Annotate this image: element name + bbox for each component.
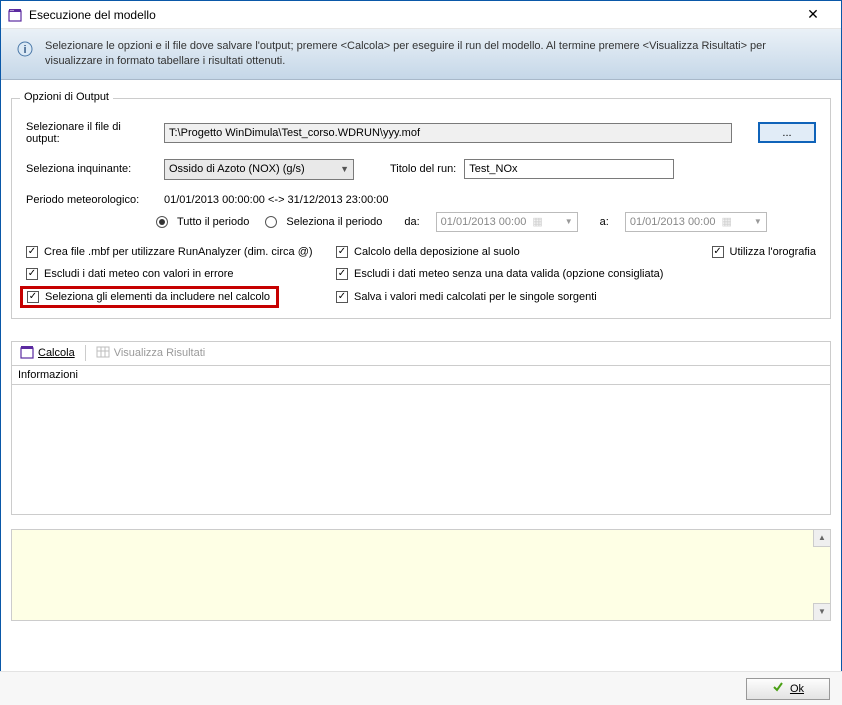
check-exclude-errors[interactable]: Escludi i dati meteo con valori in error… xyxy=(26,268,326,280)
information-panel: Informazioni xyxy=(11,365,831,515)
checkbox-icon xyxy=(336,246,348,258)
radio-icon xyxy=(265,216,277,228)
toolbar-separator xyxy=(85,345,86,361)
check-exclude-invalid-date[interactable]: Escludi i dati meteo senza una data vali… xyxy=(336,268,816,280)
scroll-down-button[interactable]: ▼ xyxy=(813,603,830,620)
scroll-up-button[interactable]: ▲ xyxy=(813,530,830,547)
calculate-button[interactable]: Calcola xyxy=(16,343,79,364)
chevron-down-icon: ▼ xyxy=(754,217,762,226)
radio-all-period[interactable]: Tutto il periodo xyxy=(156,216,249,228)
view-results-button: Visualizza Risultati xyxy=(92,343,210,364)
run-title-input[interactable] xyxy=(464,159,674,179)
highlighted-checkbox-frame: Seleziona gli elementi da includere nel … xyxy=(20,286,279,308)
pollutant-select[interactable]: Ossido di Azoto (NOX) (g/s) ▼ xyxy=(164,159,354,180)
checkbox-icon xyxy=(712,246,724,258)
log-panel: ▲ ▼ xyxy=(11,529,831,621)
date-from-input: 01/01/2013 00:00 ▦ ▼ xyxy=(436,212,578,232)
radio-select-period[interactable]: Seleziona il periodo xyxy=(265,216,382,228)
calendar-icon: ▦ xyxy=(721,215,731,228)
pollutant-selected: Ossido di Azoto (NOX) (g/s) xyxy=(169,163,305,175)
browse-button[interactable]: ... xyxy=(758,122,816,143)
checkbox-icon xyxy=(26,246,38,258)
checkbox-icon xyxy=(26,268,38,280)
check-save-averages[interactable]: Salva i valori medi calcolati per le sin… xyxy=(336,290,816,304)
output-file-input[interactable] xyxy=(164,123,732,143)
pollutant-label: Seleziona inquinante: xyxy=(26,163,156,175)
period-label: Periodo meteorologico: xyxy=(26,194,156,206)
table-icon xyxy=(96,345,110,362)
from-label: da: xyxy=(404,216,419,228)
checkbox-icon xyxy=(336,291,348,303)
check-icon xyxy=(772,681,784,696)
chevron-down-icon: ▼ xyxy=(340,164,349,174)
calendar-icon: ▦ xyxy=(532,215,542,228)
window-title: Esecuzione del modello xyxy=(29,8,791,22)
check-deposition[interactable]: Calcolo della deposizione al suolo xyxy=(336,246,626,258)
group-title: Opzioni di Output xyxy=(20,91,113,103)
calculate-icon xyxy=(20,345,34,362)
chevron-down-icon: ▼ xyxy=(565,217,573,226)
run-title-label: Titolo del run: xyxy=(390,163,456,175)
banner-text: Selezionare le opzioni e il file dove sa… xyxy=(45,39,825,69)
info-banner: i Selezionare le opzioni e il file dove … xyxy=(1,29,841,80)
toolbar: Calcola Visualizza Risultati xyxy=(11,341,831,365)
info-icon: i xyxy=(17,41,33,69)
check-select-elements[interactable]: Seleziona gli elementi da includere nel … xyxy=(27,291,270,303)
output-file-label: Selezionare il file di output: xyxy=(26,121,156,145)
checkbox-icon xyxy=(336,268,348,280)
check-orography[interactable]: Utilizza l'orografia xyxy=(712,246,816,258)
radio-icon xyxy=(156,216,168,228)
svg-text:i: i xyxy=(23,44,26,56)
bottom-bar: Ok xyxy=(0,671,842,705)
period-value: 01/01/2013 00:00:00 <-> 31/12/2013 23:00… xyxy=(164,194,388,206)
check-create-mbf[interactable]: Crea file .mbf per utilizzare RunAnalyze… xyxy=(26,246,326,258)
date-to-input: 01/01/2013 00:00 ▦ ▼ xyxy=(625,212,767,232)
output-options-group: Opzioni di Output Selezionare il file di… xyxy=(11,98,831,319)
information-panel-title: Informazioni xyxy=(12,366,830,385)
checkbox-icon xyxy=(27,291,39,303)
ok-button[interactable]: Ok xyxy=(746,678,830,700)
close-button[interactable]: ✕ xyxy=(791,1,835,29)
to-label: a: xyxy=(600,216,609,228)
app-icon xyxy=(7,7,23,23)
